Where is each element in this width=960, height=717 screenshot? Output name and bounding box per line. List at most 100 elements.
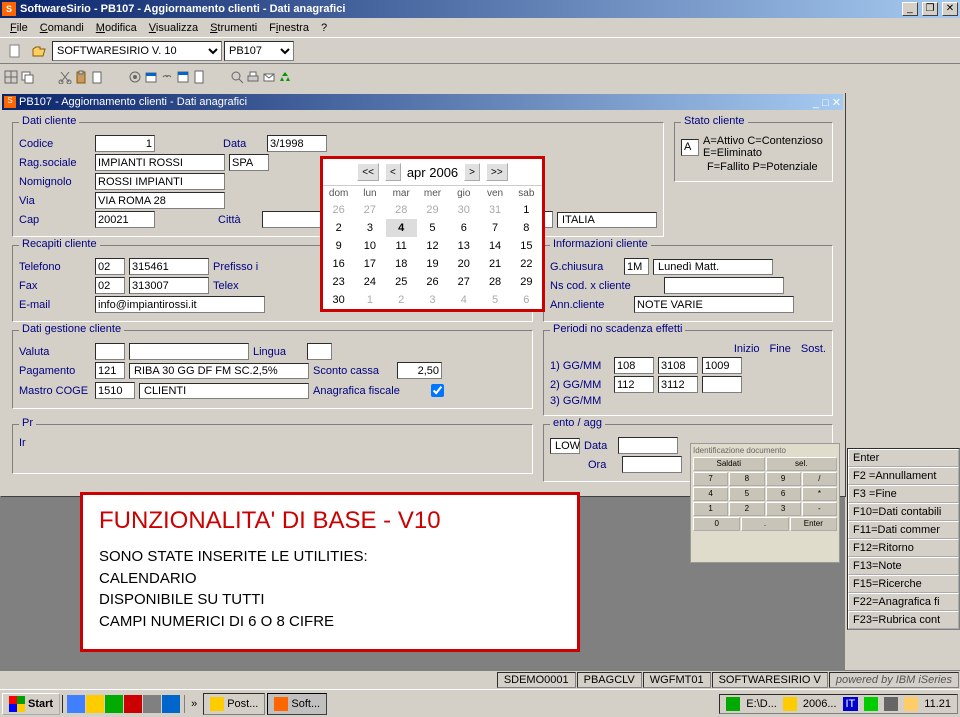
menu-finestra[interactable]: Finestra [263, 20, 315, 36]
cal-day-cell[interactable]: 13 [448, 237, 479, 255]
ql-icon[interactable] [162, 695, 180, 713]
codice-field[interactable] [95, 135, 155, 152]
cal-day-cell[interactable]: 20 [448, 255, 479, 273]
ql-icon[interactable] [143, 695, 161, 713]
via-field[interactable] [95, 192, 225, 209]
close-button[interactable]: ✕ [942, 2, 958, 16]
cal-day-cell[interactable]: 14 [479, 237, 510, 255]
cal-day-cell[interactable]: 30 [323, 291, 354, 309]
menu-strumenti[interactable]: Strumenti [204, 20, 263, 36]
ql-icon[interactable] [124, 695, 142, 713]
periodi-r2-inizio[interactable] [614, 376, 654, 393]
cal-day-cell[interactable]: 27 [448, 273, 479, 291]
lang-indicator[interactable]: IT [843, 697, 859, 711]
periodi-r1-inizio[interactable] [614, 357, 654, 374]
tool-settings-icon[interactable] [128, 70, 142, 84]
email-field[interactable] [95, 296, 265, 313]
cal-day-cell[interactable]: 2 [386, 291, 417, 309]
child-maximize-button[interactable]: □ [822, 97, 829, 109]
cal-day-cell[interactable]: 19 [417, 255, 448, 273]
cal-day-cell[interactable]: 28 [386, 201, 417, 219]
tray-icon[interactable] [726, 697, 740, 711]
minimize-button[interactable]: _ [902, 2, 918, 16]
gchiusura-field[interactable] [624, 258, 649, 275]
cal-day-cell[interactable]: 9 [323, 237, 354, 255]
cal-day-cell[interactable]: 5 [417, 219, 448, 237]
ragsoc-field[interactable] [95, 154, 225, 171]
cal-day-cell[interactable]: 28 [479, 273, 510, 291]
cal-day-cell[interactable]: 3 [354, 219, 385, 237]
cal-day-cell[interactable]: 6 [448, 219, 479, 237]
tool-link-icon[interactable] [160, 70, 174, 84]
tool-window-icon[interactable] [176, 70, 190, 84]
tool-clipboard-icon[interactable] [90, 70, 104, 84]
menu-file[interactable]: File [4, 20, 34, 36]
mastro-field[interactable] [95, 382, 135, 399]
tray-icon[interactable] [884, 697, 898, 711]
cal-day-cell[interactable]: 4 [448, 291, 479, 309]
cal-day-cell[interactable]: 31 [479, 201, 510, 219]
cal-day-cell[interactable]: 6 [511, 291, 542, 309]
cal-next-year-button[interactable]: >> [486, 163, 508, 181]
function-key-button[interactable]: F13=Note [848, 557, 959, 575]
menu-visualizza[interactable]: Visualizza [143, 20, 204, 36]
cal-day-cell[interactable]: 29 [511, 273, 542, 291]
tool-copy-icon[interactable] [20, 70, 34, 84]
periodi-r2-sost[interactable] [702, 376, 742, 393]
tool-paste-icon[interactable] [74, 70, 88, 84]
cal-day-cell[interactable]: 21 [479, 255, 510, 273]
cal-day-cell[interactable]: 17 [354, 255, 385, 273]
ql-icon[interactable] [105, 695, 123, 713]
tray-icon[interactable] [904, 697, 918, 711]
cal-day-cell[interactable]: 1 [511, 201, 542, 219]
cal-day-cell[interactable]: 18 [386, 255, 417, 273]
function-key-button[interactable]: F10=Dati contabili [848, 503, 959, 521]
periodi-r2-fine[interactable] [658, 376, 698, 393]
tool-cut-icon[interactable] [58, 70, 72, 84]
tool-print-prev-icon[interactable] [230, 70, 244, 84]
cal-day-cell[interactable]: 27 [354, 201, 385, 219]
module-select[interactable]: PB107 [224, 41, 294, 61]
tool-print-icon[interactable] [246, 70, 260, 84]
cal-day-cell[interactable]: 8 [511, 219, 542, 237]
tel-pref-field[interactable] [95, 258, 125, 275]
menu-comandi[interactable]: Comandi [34, 20, 90, 36]
function-key-button[interactable]: F15=Ricerche [848, 575, 959, 593]
sconto-field[interactable] [397, 362, 442, 379]
tool-mail-icon[interactable] [262, 70, 276, 84]
periodi-r1-fine[interactable] [658, 357, 698, 374]
cal-day-cell[interactable]: 23 [323, 273, 354, 291]
function-key-button[interactable]: F11=Dati commer [848, 521, 959, 539]
data-field[interactable] [267, 135, 327, 152]
start-button[interactable]: Start [2, 693, 60, 715]
pagamento-field[interactable] [95, 362, 125, 379]
ann-field[interactable] [634, 296, 794, 313]
stato-field[interactable] [681, 139, 699, 156]
cal-day-cell[interactable]: 26 [323, 201, 354, 219]
tray-icon[interactable] [783, 697, 797, 711]
child-minimize-button[interactable]: _ [813, 97, 819, 109]
cal-day-cell[interactable]: 10 [354, 237, 385, 255]
ragsoc2-field[interactable] [229, 154, 269, 171]
ultimo-ora-field[interactable] [622, 456, 682, 473]
task-overflow[interactable]: » [187, 698, 201, 710]
cal-day-cell[interactable]: 29 [417, 201, 448, 219]
cal-day-cell[interactable]: 7 [479, 219, 510, 237]
taskbar-task-active[interactable]: Soft... [267, 693, 327, 715]
cal-day-cell[interactable]: 1 [354, 291, 385, 309]
function-key-button[interactable]: F3 =Fine [848, 485, 959, 503]
tool-new-icon[interactable] [4, 40, 26, 62]
cap-field[interactable] [95, 211, 155, 228]
tool-recycle-icon[interactable] [278, 70, 292, 84]
menu-modifica[interactable]: Modifica [90, 20, 143, 36]
function-key-button[interactable]: F23=Rubrica cont [848, 611, 959, 629]
cal-day-cell[interactable]: 24 [354, 273, 385, 291]
lingua-field[interactable] [307, 343, 332, 360]
ultimo-data-field[interactable] [618, 437, 678, 454]
cal-day-cell[interactable]: 25 [386, 273, 417, 291]
tool-calendar-icon[interactable] [144, 70, 158, 84]
nomignolo-field[interactable] [95, 173, 225, 190]
nscod-field[interactable] [664, 277, 784, 294]
child-close-button[interactable]: ✕ [832, 97, 841, 109]
function-key-button[interactable]: Enter [848, 449, 959, 467]
